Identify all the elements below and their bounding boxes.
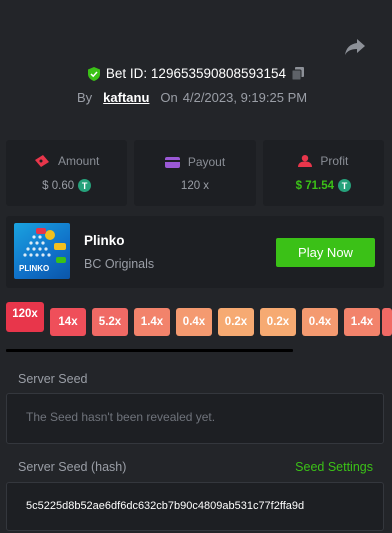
payout-value: 120 x: [180, 179, 210, 192]
payout-card: Payout 120 x: [134, 140, 256, 206]
share-icon[interactable]: [344, 38, 366, 56]
bet-author-row: By kaftanu On 4/2/2023, 9:19:25 PM: [77, 90, 307, 105]
multiplier-chip: 1.4x: [134, 308, 170, 336]
play-now-button[interactable]: Play Now: [276, 238, 375, 267]
multiplier-chip: 5.2x: [92, 308, 128, 336]
profit-card: Profit $ 71.54 T: [262, 140, 384, 206]
multiplier-chip: 0.2x: [260, 308, 296, 336]
amount-label: Amount: [57, 154, 100, 168]
profit-label: Profit: [320, 154, 349, 168]
ticket-icon: [34, 155, 49, 167]
wallet-icon: [164, 156, 180, 168]
plinko-thumbnail: PLINKO: [14, 223, 70, 279]
multiplier-strip: 120x 14x 5.2x 1.4x 0.4x 0.2x 0.2x 0.4x 1.4x: [6, 298, 392, 340]
strip-scrollbar[interactable]: [6, 349, 293, 352]
user-icon: [298, 155, 313, 167]
bet-datetime: 4/2/2023, 9:19:25 PM: [182, 90, 308, 105]
game-card: PLINKO Plinko BC Originals Play Now: [6, 216, 384, 288]
bet-stats: Amount $ 0.60 T Payout 120 x Profit $ 71…: [6, 140, 384, 206]
multiplier-chip: 120x: [6, 302, 44, 332]
seed-settings-link[interactable]: Seed Settings: [295, 460, 373, 474]
game-provider: BC Originals: [84, 257, 155, 271]
amount-card: Amount $ 0.60 T: [6, 140, 128, 206]
usdt-icon: T: [338, 179, 351, 192]
multiplier-chip: 1.4x: [344, 308, 380, 336]
multiplier-chip: 0.2x: [218, 308, 254, 336]
plinko-pegs-graphic: PLINKO: [19, 228, 66, 273]
on-label: On: [160, 90, 178, 105]
bet-id: Bet ID: 129653590808593154: [105, 66, 287, 81]
shield-check-icon: [87, 66, 100, 81]
profit-value: $ 71.54: [295, 179, 334, 192]
copy-icon[interactable]: [292, 67, 305, 80]
server-seed-label: Server Seed: [18, 372, 88, 386]
multiplier-chip: [382, 308, 392, 336]
server-seed-hash-value: 5c5225d8b52ae6df6dc632cb7b90c4809ab531c7…: [26, 500, 305, 512]
multiplier-chip: 0.4x: [302, 308, 338, 336]
by-label: By: [77, 90, 93, 105]
amount-value: $ 0.60: [42, 179, 75, 192]
payout-label: Payout: [187, 154, 226, 169]
username-link[interactable]: kaftanu: [103, 90, 149, 105]
game-name: Plinko: [84, 233, 125, 248]
multiplier-chip: 0.4x: [176, 308, 212, 336]
thumb-logo-text: PLINKO: [19, 264, 49, 273]
server-seed-box: The Seed hasn't been revealed yet.: [6, 393, 384, 444]
server-seed-hash-label: Server Seed (hash): [18, 460, 127, 474]
server-seed-message: The Seed hasn't been revealed yet.: [26, 410, 216, 424]
multiplier-chip: 14x: [50, 308, 86, 336]
server-seed-hash-box: 5c5225d8b52ae6df6dc632cb7b90c4809ab531c7…: [6, 482, 384, 531]
bet-id-row: Bet ID: 129653590808593154: [0, 66, 392, 81]
usdt-icon: T: [78, 179, 92, 192]
